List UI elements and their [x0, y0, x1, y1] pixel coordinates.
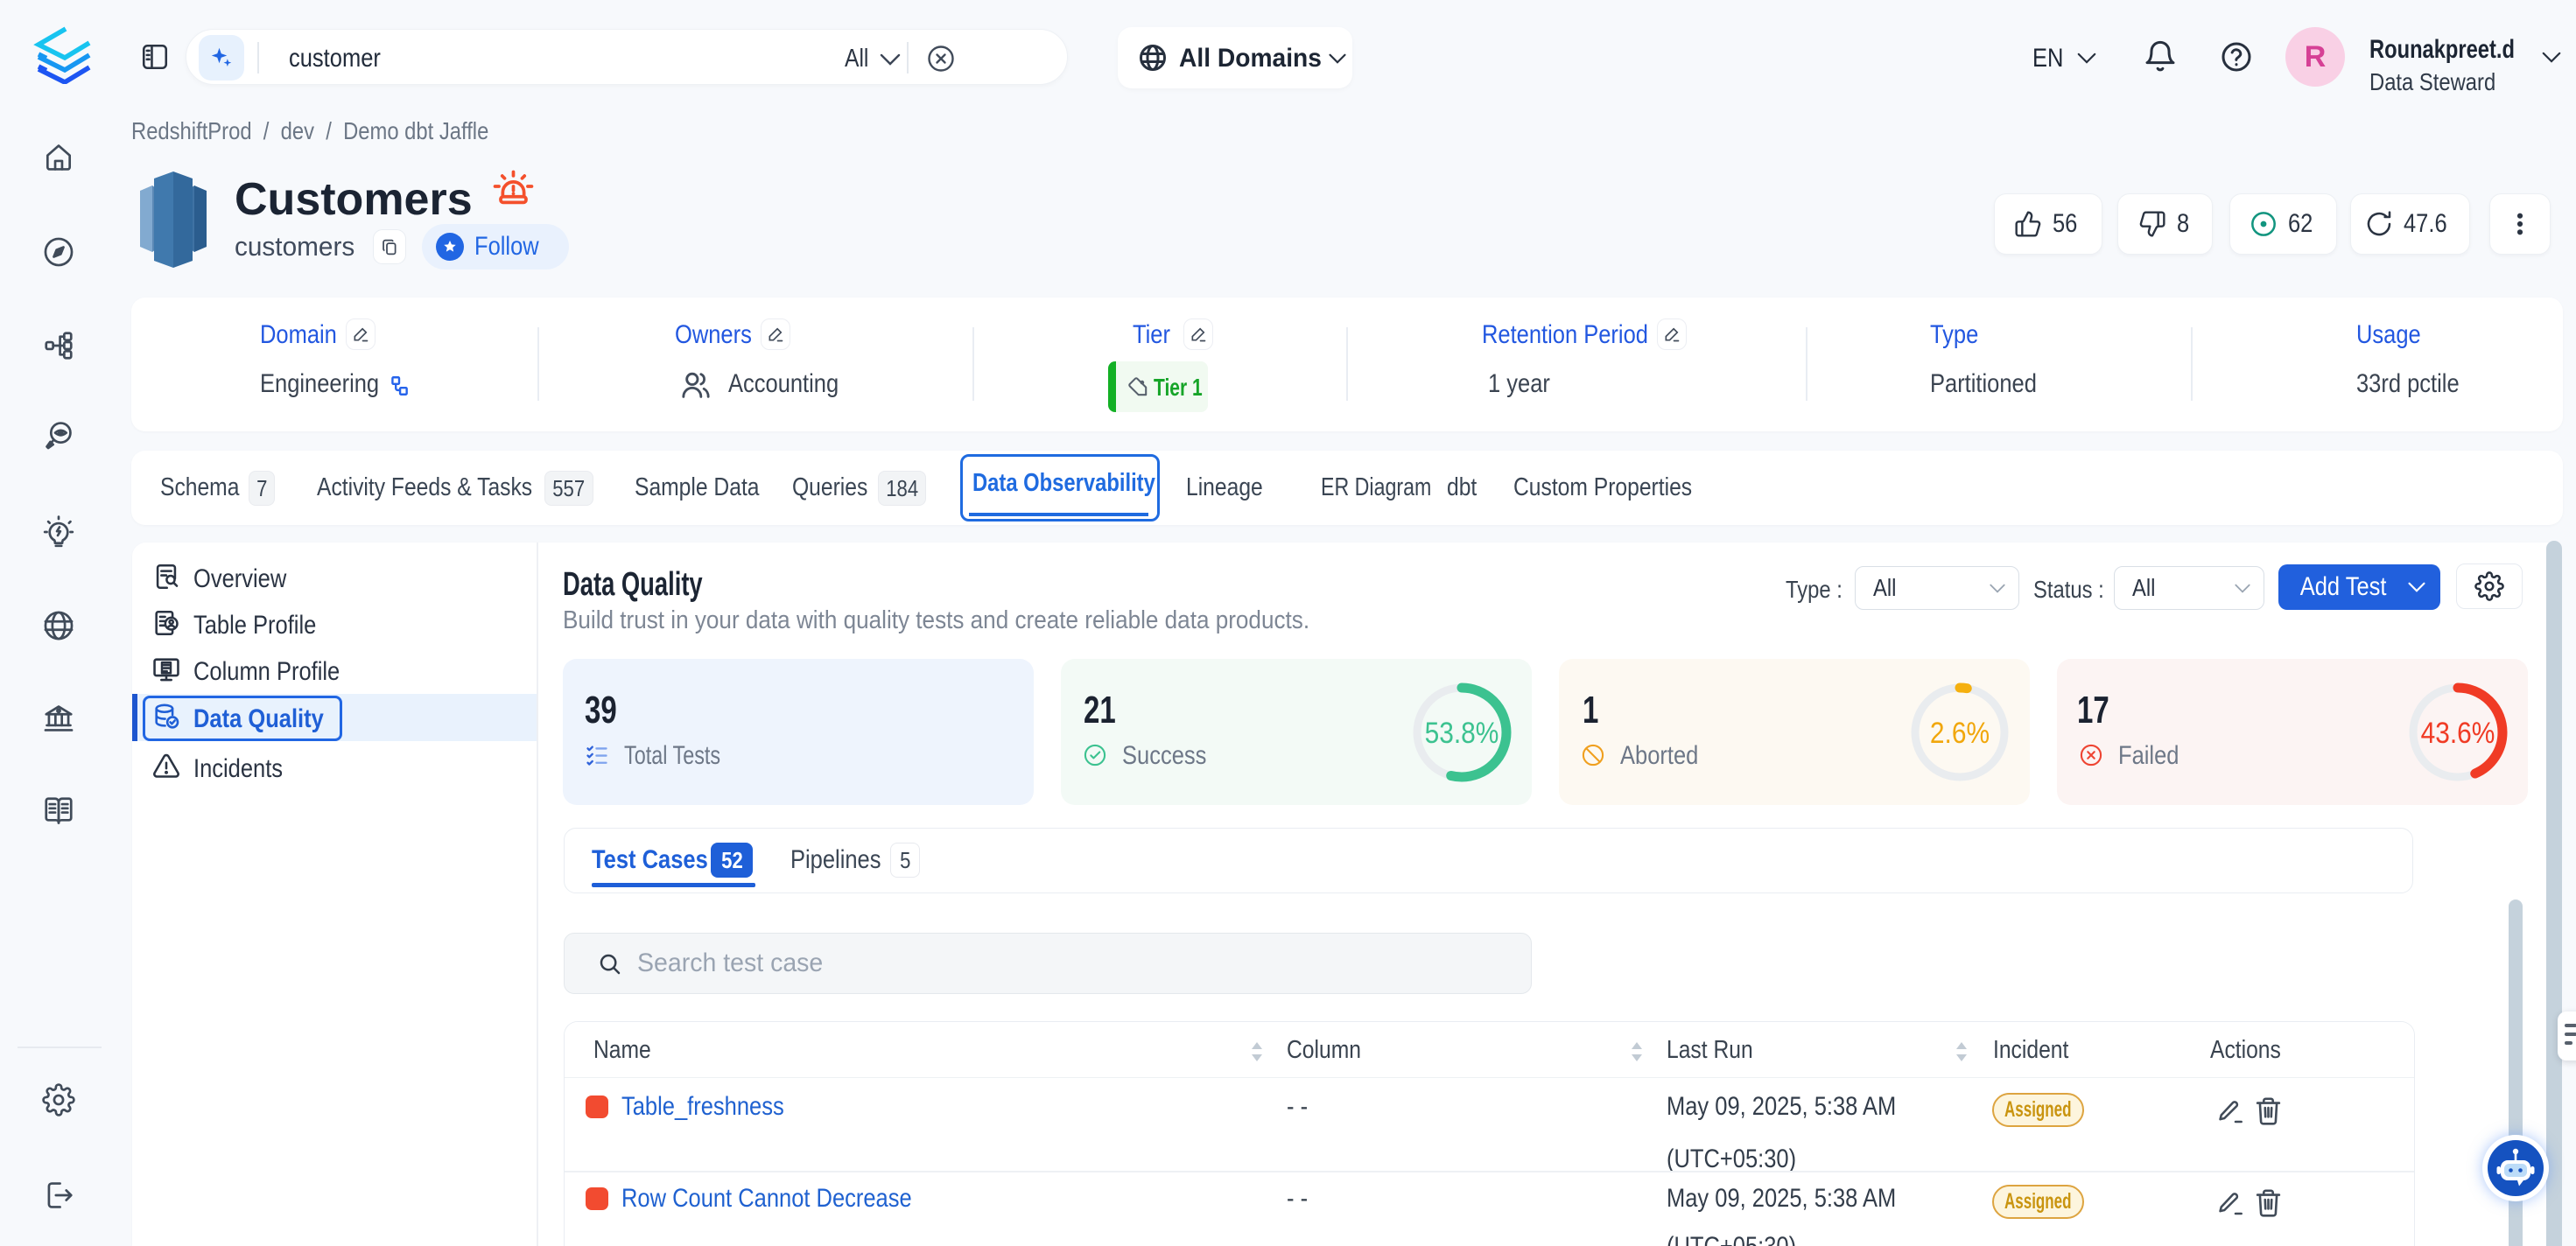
svg-text:2.6%: 2.6%: [1930, 716, 1990, 749]
svg-text:53.8%: 53.8%: [1425, 716, 1499, 749]
svg-text:43.6%: 43.6%: [2421, 716, 2495, 749]
